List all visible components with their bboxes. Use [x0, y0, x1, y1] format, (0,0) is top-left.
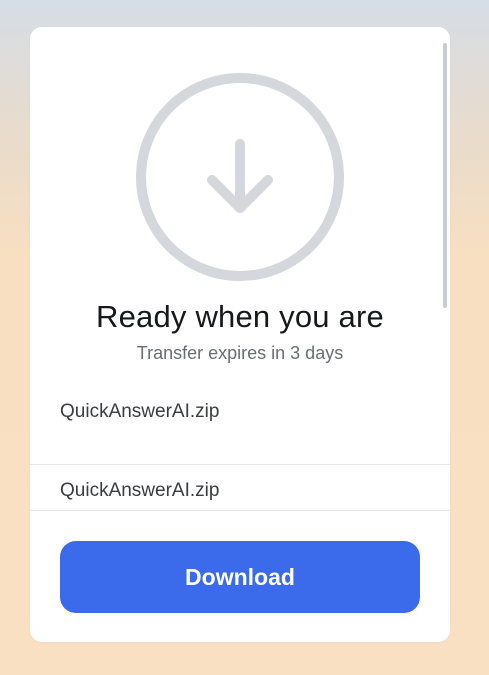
file-name: QuickAnswerAI.zip — [60, 480, 220, 501]
transfer-content[interactable]: Ready when you are Transfer expires in 3… — [30, 27, 450, 510]
download-button[interactable]: Download — [60, 541, 420, 613]
file-list-item[interactable]: QuickAnswerAI.zip — [30, 391, 450, 469]
scrollbar[interactable] — [443, 43, 447, 308]
transfer-card: Ready when you are Transfer expires in 3… — [30, 27, 450, 642]
transfer-title: Ready when you are — [96, 299, 384, 334]
file-list-item[interactable]: QuickAnswerAI.zip — [30, 464, 450, 510]
file-name: QuickAnswerAI.zip — [60, 401, 220, 422]
transfer-expiry: Transfer expires in 3 days — [136, 343, 344, 363]
card-footer: Download — [30, 510, 450, 642]
download-circle-icon — [135, 72, 345, 282]
